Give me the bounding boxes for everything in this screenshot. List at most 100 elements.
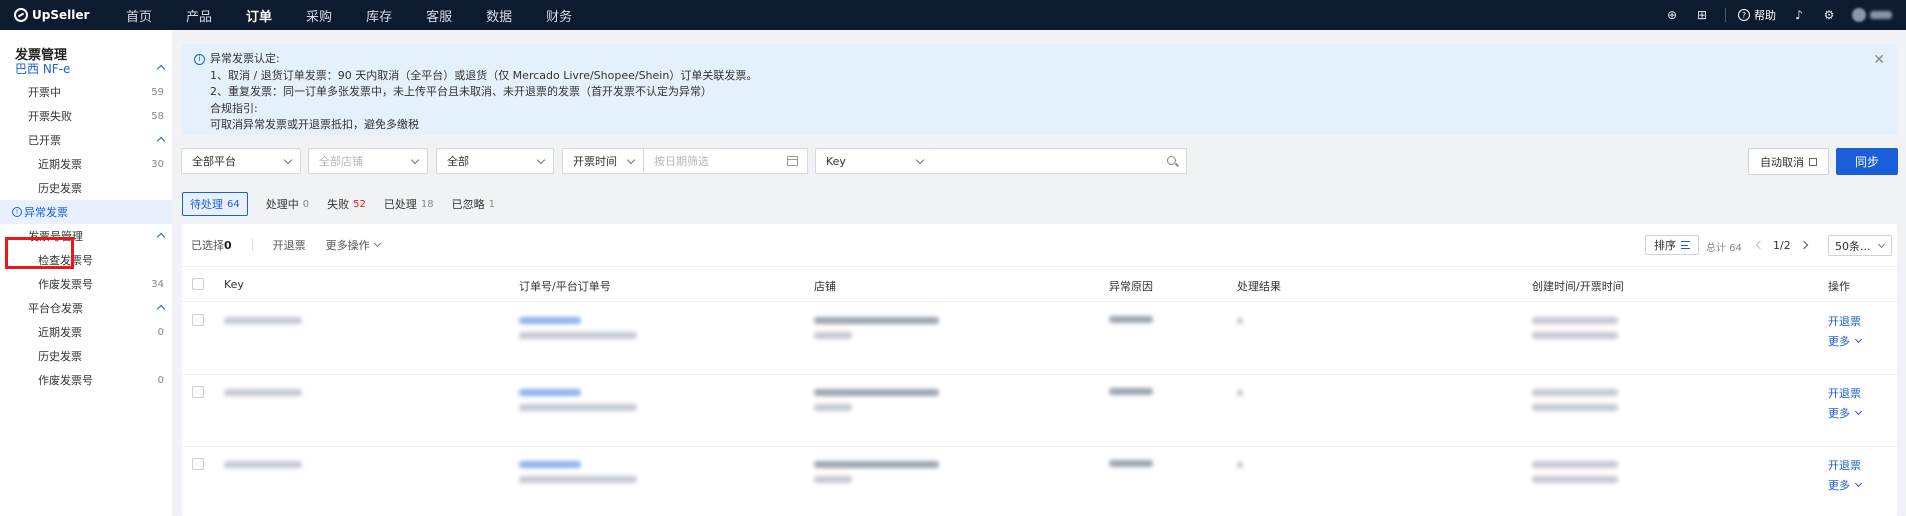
sidebar-item-abnormal-invoices[interactable]: ! 异常发票 (0, 200, 172, 224)
search-icon[interactable] (1167, 156, 1176, 165)
info-alert: i 异常发票认定: 1、取消 / 退货订单发票：90 天内取消（全平台）或退货（… (182, 44, 1897, 135)
sidebar-item-recent-invoices[interactable]: 近期发票 30 (0, 152, 172, 176)
sidebar-item-history-invoices[interactable]: 历史发票 (0, 176, 172, 200)
nav-item-service[interactable]: 客服 (426, 6, 452, 25)
chevron-down-icon (410, 155, 420, 165)
nav-item-finance[interactable]: 财务 (546, 6, 572, 25)
close-icon[interactable]: ✕ (1873, 52, 1885, 68)
redacted-reason (1109, 316, 1153, 323)
sort-label: 排序 (1654, 239, 1676, 252)
grid-icon[interactable]: ⊞ (1695, 8, 1709, 22)
nav-item-purchase[interactable]: 采购 (306, 6, 332, 25)
platform-select[interactable]: 全部平台 (181, 148, 301, 174)
tab-pending[interactable]: 待处理 64 (182, 192, 248, 216)
sort-button[interactable]: 排序 (1645, 235, 1699, 255)
select-all-checkbox[interactable] (192, 278, 204, 290)
chevron-down-icon (1877, 240, 1886, 249)
sidebar-item-label: 开票中 (28, 86, 61, 99)
nav-item-home[interactable]: 首页 (126, 6, 152, 25)
auto-cancel-label: 自动取消 (1760, 155, 1804, 169)
store-select[interactable]: 全部店铺 (308, 148, 428, 174)
redacted-invoice-time (1532, 476, 1618, 483)
redacted-order-link[interactable] (519, 317, 581, 324)
page-size-select[interactable]: 50条... (1828, 235, 1892, 256)
row-checkbox[interactable] (192, 314, 204, 326)
auto-cancel-button[interactable]: 自动取消 (1748, 148, 1829, 175)
column-header-actions: 操作 (1828, 280, 1850, 293)
key-search-input[interactable] (932, 148, 1187, 174)
row-checkbox[interactable] (192, 386, 204, 398)
sidebar-item-count: 58 (151, 110, 164, 122)
nav-item-products[interactable]: 产品 (186, 6, 212, 25)
sidebar-item-invoice-failed[interactable]: 开票失败 58 (0, 104, 172, 128)
top-navbar: UpSeller 首页 产品 订单 采购 库存 客服 数据 财务 ⊕ ⊞ ? 帮… (0, 0, 1906, 30)
sidebar-item-count: 0 (157, 326, 164, 338)
sidebar-item-invoicing[interactable]: 开票中 59 (0, 80, 172, 104)
toolbar-divider (251, 239, 253, 251)
tab-failed[interactable]: 失败 52 (327, 192, 366, 216)
sidebar-item-label: 历史发票 (38, 182, 82, 195)
redacted-platform-order (519, 332, 637, 339)
table-row: 开退票 更多 (182, 375, 1897, 447)
row-more-dropdown[interactable]: 更多 (1828, 333, 1863, 349)
row-checkbox[interactable] (192, 458, 204, 470)
more-actions-dropdown[interactable]: 更多操作 (326, 237, 381, 253)
refund-invoice-link[interactable]: 开退票 (1828, 457, 1861, 473)
sidebar-item-warehouse-history[interactable]: 历史发票 (0, 344, 172, 368)
page-size-value: 50条... (1835, 239, 1871, 253)
redacted-order-link[interactable] (519, 461, 581, 468)
info-icon: i (194, 53, 205, 65)
alert-line-4: 可取消异常发票或开退票抵扣，避免多缴税 (210, 118, 419, 131)
refund-invoice-link[interactable]: 开退票 (1828, 313, 1861, 329)
redacted-order-link[interactable] (519, 389, 581, 396)
sidebar-item-label-wrap: ! 异常发票 (12, 204, 68, 220)
key-type-select[interactable]: Key (815, 148, 933, 174)
globe-icon[interactable]: ⊕ (1665, 8, 1679, 22)
sidebar-item-warehouse-recent[interactable]: 近期发票 0 (0, 320, 172, 344)
row-more-dropdown[interactable]: 更多 (1828, 405, 1863, 421)
status-select[interactable]: 全部 (436, 148, 554, 174)
column-header-reason: 异常原因 (1109, 280, 1153, 293)
highlight-box (5, 237, 74, 269)
nav-item-data[interactable]: 数据 (486, 6, 512, 25)
upseller-logo[interactable]: UpSeller (14, 8, 114, 22)
redacted-result (1237, 317, 1243, 324)
date-range-input[interactable]: 按日期筛选 (644, 148, 808, 174)
sync-button[interactable]: 同步 (1836, 148, 1898, 175)
sidebar-item-void-invoice-number[interactable]: 作废发票号 34 (0, 272, 172, 296)
nav-divider (1725, 8, 1726, 22)
redacted-store (814, 389, 939, 396)
nav-item-inventory[interactable]: 库存 (366, 6, 392, 25)
tab-label: 待处理 (190, 198, 223, 211)
tab-processing[interactable]: 处理中 0 (266, 192, 309, 216)
refund-invoice-link[interactable]: 开退票 (1828, 385, 1861, 401)
user-menu[interactable] (1852, 8, 1892, 22)
sidebar-item-label: 近期发票 (38, 158, 82, 171)
sidebar-item-count: 59 (151, 86, 164, 98)
chevron-down-icon (1854, 479, 1863, 488)
redacted-store-region (814, 476, 852, 483)
redacted-platform-order (519, 404, 637, 411)
chevron-down-icon (283, 155, 293, 165)
tab-count: 1 (488, 198, 495, 210)
next-page-icon[interactable] (1799, 240, 1808, 250)
time-type-select[interactable]: 开票时间 (562, 148, 644, 174)
tab-ignored[interactable]: 已忽略 1 (452, 192, 495, 216)
sidebar-item-warehouse-void[interactable]: 作废发票号 0 (0, 368, 172, 392)
sidebar-subgroup-platform-warehouse[interactable]: 平台仓发票 (0, 296, 172, 320)
row-more-dropdown[interactable]: 更多 (1828, 477, 1863, 493)
help-button[interactable]: ? 帮助 (1738, 7, 1776, 23)
gear-icon[interactable]: ⚙ (1822, 8, 1836, 22)
sidebar-item-label: 平台仓发票 (28, 302, 83, 315)
sidebar-group-brazil-nfe[interactable]: 巴西 NF-e (0, 56, 172, 80)
sidebar-subgroup-issued[interactable]: 已开票 (0, 128, 172, 152)
redacted-invoice-time (1532, 404, 1618, 411)
prev-page-icon[interactable] (1755, 240, 1765, 250)
redacted-created-time (1532, 389, 1618, 396)
chevron-down-icon (373, 239, 381, 248)
bell-icon[interactable]: ♪ (1792, 8, 1806, 22)
nav-item-orders[interactable]: 订单 (246, 6, 272, 25)
tab-processed[interactable]: 已处理 18 (384, 192, 434, 216)
redacted-platform-order (519, 476, 637, 483)
bulk-refund-button[interactable]: 开退票 (273, 237, 306, 253)
